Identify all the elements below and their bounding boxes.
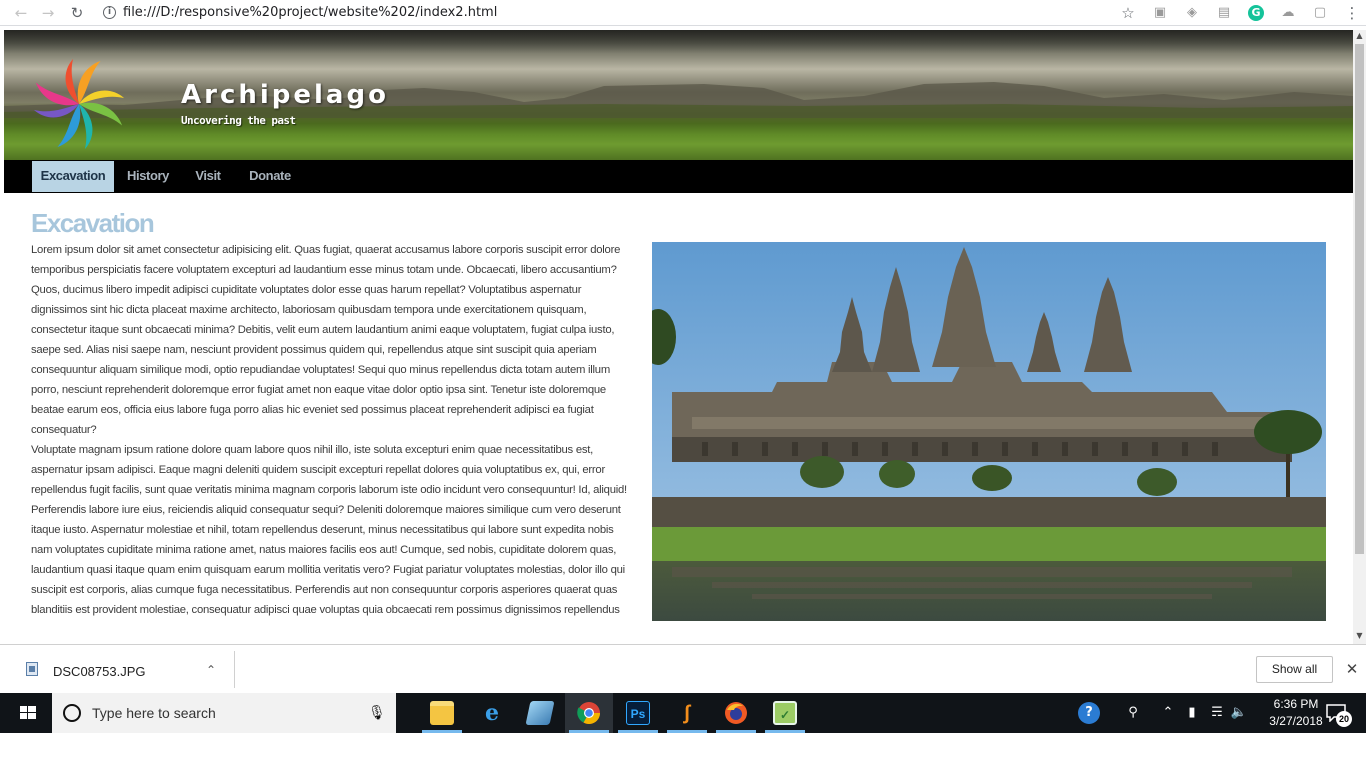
scrollbar-thumb[interactable] — [1355, 44, 1364, 554]
edge-icon[interactable]: e — [468, 693, 516, 733]
reload-button[interactable]: ↻ — [66, 3, 88, 23]
scroll-down-icon[interactable]: ▼ — [1353, 630, 1366, 642]
microphone-icon[interactable]: 🎙 — [368, 704, 386, 722]
wifi-icon[interactable]: ☴ — [1208, 704, 1226, 722]
scroll-up-icon[interactable]: ▲ — [1353, 30, 1366, 42]
visual-studio-icon[interactable]: ∫ — [663, 693, 711, 733]
divider — [234, 651, 235, 688]
page-title: Excavation — [31, 208, 155, 238]
close-icon[interactable]: ✕ — [1343, 659, 1361, 679]
paragraph: Lorem ipsum dolor sit amet consectetur a… — [31, 244, 621, 436]
action-center-icon[interactable]: 20 — [1326, 702, 1352, 727]
page-viewport: Archipelago Uncovering the past Excavati… — [4, 30, 1353, 644]
paragraph: Voluptate magnam ipsum ratione dolore qu… — [31, 444, 627, 616]
grammarly-icon[interactable]: G — [1248, 5, 1264, 21]
article-body: Lorem ipsum dolor sit amet consectetur a… — [31, 240, 629, 620]
nav-item-visit[interactable]: Visit — [188, 161, 228, 192]
menu-icon[interactable]: ⋮ — [1343, 4, 1361, 22]
page-scrollbar[interactable]: ▲ ▼ — [1353, 30, 1366, 644]
help-icon[interactable]: ? — [1078, 702, 1100, 724]
clock-time[interactable]: 6:36 PM — [1256, 697, 1336, 711]
chevron-up-icon[interactable]: ⌃ — [201, 660, 221, 680]
pinwheel-logo-icon — [33, 58, 125, 150]
people-icon[interactable]: ⚲ — [1124, 704, 1142, 722]
header-banner: Archipelago Uncovering the past — [4, 30, 1353, 160]
battery-icon[interactable]: ▮ — [1182, 704, 1202, 722]
app-icon[interactable] — [516, 693, 564, 733]
notepad-plus-icon[interactable]: ✓ — [761, 693, 809, 733]
extension-icon[interactable]: ▤ — [1215, 4, 1233, 22]
firefox-icon[interactable] — [712, 693, 760, 733]
extension-icon[interactable]: ▢ — [1311, 4, 1329, 22]
temple-photo — [652, 242, 1326, 621]
file-explorer-icon[interactable] — [418, 693, 466, 733]
volume-muted-icon[interactable]: 🔈 — [1230, 704, 1248, 722]
windows-start-icon[interactable] — [4, 693, 52, 733]
nav-item-excavation[interactable]: Excavation — [32, 161, 114, 192]
back-button[interactable]: ← — [10, 3, 32, 23]
site-tagline: Uncovering the past — [181, 114, 296, 127]
show-hidden-icons-icon[interactable]: ⌃ — [1160, 704, 1176, 722]
url-text[interactable]: file:///D:/responsive%20project/website%… — [123, 5, 497, 20]
notification-count-badge: 20 — [1336, 711, 1352, 727]
cortana-icon[interactable] — [63, 704, 81, 722]
site-title: Archipelago — [181, 80, 389, 110]
main-nav: Excavation History Visit Donate — [4, 160, 1353, 193]
image-file-icon[interactable] — [26, 662, 38, 676]
photoshop-icon[interactable]: Ps — [614, 693, 662, 733]
extension-icon[interactable]: ◈ — [1183, 4, 1201, 22]
chrome-icon[interactable] — [565, 693, 613, 733]
download-file-name[interactable]: DSC08753.JPG — [53, 664, 146, 679]
taskbar-search-box[interactable]: Type here to search 🎙 — [52, 693, 396, 733]
nav-item-history[interactable]: History — [122, 161, 174, 192]
nav-item-donate[interactable]: Donate — [242, 161, 298, 192]
info-icon[interactable]: i — [103, 6, 116, 19]
forward-button[interactable]: → — [37, 3, 59, 23]
download-bar: DSC08753.JPG ⌃ Show all ✕ — [0, 644, 1366, 693]
show-all-button[interactable]: Show all — [1256, 656, 1333, 683]
search-placeholder[interactable]: Type here to search — [92, 705, 216, 721]
extension-icon[interactable]: ☁ — [1279, 4, 1297, 22]
windows-taskbar: Type here to search 🎙 e Ps ∫ ✓ ? ⚲ ⌃ ▮ ☴… — [0, 693, 1366, 733]
browser-toolbar: ← → ↻ i file:///D:/responsive%20project/… — [0, 0, 1366, 26]
clock-date[interactable]: 3/27/2018 — [1256, 714, 1336, 728]
extension-icon[interactable]: ▣ — [1151, 4, 1169, 22]
bookmark-star-icon[interactable]: ☆ — [1119, 4, 1137, 22]
